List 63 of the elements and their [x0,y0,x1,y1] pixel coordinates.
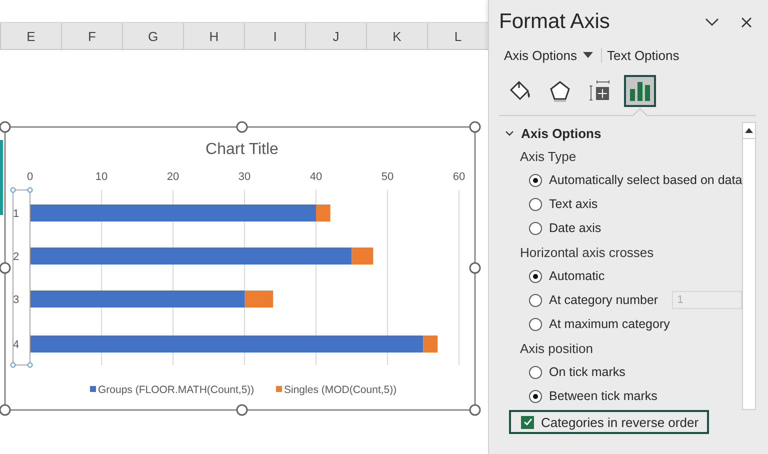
radio-option[interactable]: Automatic [529,269,605,283]
legend-label: Groups (FLOOR.MATH(Count,5)) [98,384,254,396]
legend-label: Singles (MOD(Count,5)) [284,384,397,396]
size-properties-icon [588,79,612,103]
radio-button[interactable] [529,198,542,210]
radio-button[interactable] [529,270,542,282]
panel-title: Format Axis [499,10,611,34]
scrollbar[interactable] [742,122,756,410]
radio-option[interactable]: At maximum category [529,317,670,331]
column-header[interactable]: K [366,23,427,49]
checkbox-option[interactable]: Categories in reverse order [509,410,709,434]
axis-tick-label: 50 [381,171,394,183]
bar-chart-icon [629,80,651,102]
axis-tick-label: 60 [452,171,466,183]
radio-option[interactable]: Between tick marks [529,389,658,403]
radio-button[interactable] [529,294,542,306]
resize-handle[interactable] [0,404,11,416]
options-tab[interactable]: Text Options [602,48,688,62]
options-tab[interactable]: Axis Options [499,48,602,62]
radio-option[interactable]: At category number [529,293,658,307]
chevron-icon [505,128,514,138]
paint-bucket-icon [508,79,532,103]
axis-tick-label: 10 [95,171,108,183]
checkbox[interactable] [521,416,534,428]
category-label: 1 [12,208,20,220]
chart-title: Chart Title [206,141,278,158]
category-label: 2 [12,251,20,263]
column-header[interactable]: E [0,23,61,49]
resize-handle[interactable] [236,404,248,416]
resize-handle[interactable] [0,262,11,274]
radio-option[interactable]: Automatically select based on data [529,173,742,187]
radio-button[interactable] [529,222,542,234]
axis-tick-label: 30 [238,171,251,183]
axis-selection-frame[interactable] [10,187,33,368]
resize-handle[interactable] [236,121,248,133]
radio-button[interactable] [529,318,542,330]
category-label: 4 [12,339,20,351]
column-header[interactable]: G [122,23,183,49]
axis-tick-label: 40 [310,171,322,183]
pentagon-icon [548,79,572,103]
resize-handle[interactable] [469,121,481,133]
category-tab[interactable] [624,75,656,107]
column-header[interactable]: F [61,23,122,49]
column-header[interactable]: J [305,23,366,49]
radio-button[interactable] [529,390,542,402]
radio-option[interactable]: On tick marks [529,365,626,379]
category-label: 3 [12,294,20,306]
resize-handle[interactable] [469,404,481,416]
section-header[interactable]: Axis Options [499,122,742,144]
radio-option[interactable]: Text axis [529,197,598,211]
column-header[interactable]: I [244,23,305,49]
group-label: Axis position [519,340,594,358]
group-label: Horizontal axis crosses [519,244,655,262]
group-label: Axis Type [519,148,578,166]
resize-handle[interactable] [469,262,481,274]
axis-tick-label: 20 [166,171,180,183]
axis-tick-label: 0 [26,171,34,183]
caret-icon [582,52,593,58]
column-header[interactable]: H [183,23,244,49]
radio-button[interactable] [529,174,542,186]
resize-handle[interactable] [0,121,11,133]
radio-option[interactable]: Date axis [529,221,602,235]
radio-button[interactable] [529,366,542,378]
